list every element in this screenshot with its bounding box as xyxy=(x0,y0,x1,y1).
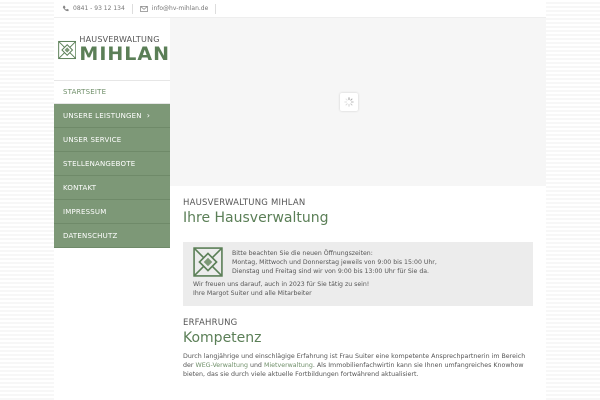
phone-icon xyxy=(62,5,69,12)
divider xyxy=(131,3,133,14)
nav-item-label: IMPRESSUM xyxy=(63,207,107,216)
nav-item-kontakt[interactable]: KONTAKT xyxy=(54,176,170,200)
notice-line: Montag, Mittwoch und Donnerstag jeweils … xyxy=(232,259,437,266)
mietverwaltung-link[interactable]: Mietverwaltung xyxy=(264,362,313,369)
chevron-right-icon: › xyxy=(146,111,151,120)
nav-item-label: UNSER SERVICE xyxy=(63,135,122,144)
loading-spinner xyxy=(340,93,358,111)
opening-hours-notice: Bitte beachten Sie die neuen Öffnungszei… xyxy=(183,242,533,306)
notice-line: Ihre Margot Suiter und alle Mitarbeiter xyxy=(193,290,312,297)
notice-hours: Bitte beachten Sie die neuen Öffnungszei… xyxy=(232,249,437,276)
intro-kicker: HAUSVERWALTUNG MIHLAN xyxy=(183,198,306,208)
notice-line: Bitte beachten Sie die neuen Öffnungszei… xyxy=(232,250,373,257)
experience-section: ERFAHRUNG Kompetenz xyxy=(183,318,535,346)
paragraph-text: und xyxy=(247,362,264,369)
divider xyxy=(215,3,217,14)
nav-item-stellenangebote[interactable]: STELLENANGEBOTE xyxy=(54,152,170,176)
notice-greeting: Wir freuen uns darauf, auch in 2023 für … xyxy=(193,280,369,298)
email-contact[interactable]: info@hv-mihlan.de xyxy=(140,5,215,12)
weg-verwaltung-link[interactable]: WEG-Verwaltung xyxy=(195,362,247,369)
top-contact-bar: 0841 - 93 12 134 info@hv-mihlan.de xyxy=(54,0,546,18)
spinner-icon xyxy=(344,97,354,107)
experience-title: Kompetenz xyxy=(183,330,262,346)
envelope-icon xyxy=(140,5,148,12)
notice-line: Dienstag und Freitag sind wir von 9:00 b… xyxy=(232,268,429,275)
nav-item-impressum[interactable]: IMPRESSUM xyxy=(54,200,170,224)
nav-item-label: UNSERE LEISTUNGEN xyxy=(63,111,142,120)
phone-contact[interactable]: 0841 - 93 12 134 xyxy=(62,5,132,12)
experience-paragraph: Durch langjährige und einschlägige Erfah… xyxy=(183,352,527,379)
image-slider[interactable] xyxy=(170,18,546,186)
nav-item-startseite[interactable]: STARTSEITE xyxy=(54,80,170,104)
main-navigation: STARTSEITE UNSERE LEISTUNGEN › UNSER SER… xyxy=(54,80,170,248)
nav-item-unsere-leistungen[interactable]: UNSERE LEISTUNGEN › xyxy=(54,104,170,128)
nav-item-label: KONTAKT xyxy=(63,183,97,192)
logo-line-2: MIHLAN xyxy=(79,43,170,65)
nav-item-label: DATENSCHUTZ xyxy=(63,231,118,240)
nav-item-label: STARTSEITE xyxy=(63,88,107,96)
logo-text: HAUSVERWALTUNG MIHLAN xyxy=(79,36,170,64)
nav-item-label: STELLENANGEBOTE xyxy=(63,159,136,168)
logo-mark-icon xyxy=(58,40,77,60)
phone-number: 0841 - 93 12 134 xyxy=(73,5,125,12)
experience-kicker: ERFAHRUNG xyxy=(183,318,238,328)
site-logo[interactable]: HAUSVERWALTUNG MIHLAN xyxy=(58,32,170,68)
page: 0841 - 93 12 134 info@hv-mihlan.de HAUSV… xyxy=(54,0,546,400)
nav-item-unser-service[interactable]: UNSER SERVICE xyxy=(54,128,170,152)
email-address: info@hv-mihlan.de xyxy=(151,5,209,12)
intro-section: HAUSVERWALTUNG MIHLAN Ihre Hausverwaltun… xyxy=(183,198,535,226)
nav-item-datenschutz[interactable]: DATENSCHUTZ xyxy=(54,224,170,248)
notice-line: Wir freuen uns darauf, auch in 2023 für … xyxy=(193,281,370,288)
intro-title: Ihre Hausverwaltung xyxy=(183,210,329,226)
logo-mark-icon xyxy=(193,247,223,277)
